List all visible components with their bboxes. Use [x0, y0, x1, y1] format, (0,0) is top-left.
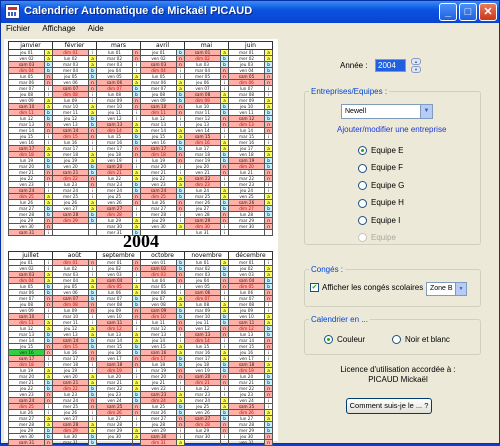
empty-cell [220, 439, 230, 446]
menu-affichage[interactable]: Affichage [42, 23, 75, 35]
radio-icon[interactable] [358, 181, 367, 191]
add-company-link[interactable]: Ajouter/modifier une entreprise [337, 125, 446, 134]
window-title: Calendrier Automatique de Mickaël PICAUD [24, 5, 253, 17]
empty-cell [96, 439, 134, 446]
howto-button[interactable]: Comment suis-je le ... ? [346, 398, 432, 414]
close-button[interactable]: ✕ [479, 3, 497, 21]
company-select-value: Newell [345, 108, 367, 115]
shift-cell: n [43, 439, 54, 446]
maximize-button[interactable]: □ [459, 3, 477, 21]
menu-bar: Fichier Affichage Aide [1, 23, 499, 37]
calendar-year-title: 2004 [123, 231, 159, 251]
month-header: octobre [140, 251, 186, 260]
month-header: juin [228, 41, 274, 50]
mode-color-label: Couleur [337, 335, 366, 344]
calendar-first-half: janvier février mars avril mai juin jeu 01 a dim… [8, 41, 274, 236]
calendar-panel: janvier février mars avril mai juin jeu 01 a dim… [4, 39, 278, 446]
team-radio-1[interactable]: Equipe F [358, 163, 403, 173]
license-text: Licence d'utilisation accordée à : PICAU… [328, 365, 468, 385]
day-cell: dim 31 [140, 439, 178, 446]
team-label: Equipe E [371, 146, 404, 155]
year-label: Année : [340, 61, 368, 70]
radio-icon[interactable] [324, 335, 333, 345]
month-header: mai [183, 41, 230, 50]
radio-icon[interactable] [358, 198, 367, 208]
calendar-row: sam 31 n mar 31 b dim 31 a ven 31 n [8, 439, 274, 446]
company-select[interactable]: Newell ▼ [341, 104, 433, 119]
month-header: novembre [184, 251, 230, 260]
chevron-down-icon[interactable]: ▼ [455, 283, 466, 295]
month-header: août [52, 251, 98, 260]
chevron-down-icon[interactable]: ▼ [420, 105, 432, 118]
team-radio-3[interactable]: Equipe H [358, 198, 404, 208]
spin-down-icon[interactable]: ▼ [411, 66, 421, 73]
menu-fichier[interactable]: Fichier [6, 23, 30, 35]
team-label: Equipe H [371, 198, 404, 208]
checkbox-check-icon[interactable]: ✔ [310, 283, 319, 293]
month-header: mars [96, 41, 141, 50]
shift-cell: b [88, 439, 98, 446]
team-label: Equipe G [371, 180, 405, 190]
menu-aide[interactable]: Aide [88, 23, 104, 35]
enterprises-legend: Entreprises/Equipes : [311, 87, 388, 96]
school-holidays-label: Afficher les congés scolaires [322, 283, 424, 292]
month-header: juillet [7, 251, 54, 260]
zone-select[interactable]: Zone B ▼ [426, 282, 467, 296]
conges-legend: Congés : [311, 265, 344, 274]
calendar-second-half: juillet août septembre octobre novembre décem… [7, 251, 274, 446]
title-bar[interactable]: Calendrier Automatique de Mickaël PICAUD… [1, 1, 499, 23]
empty-cell [132, 439, 142, 446]
month-header: avril [140, 41, 185, 50]
year-input[interactable]: 2004 [375, 59, 406, 72]
mode-bw-label: Noir et blanc [405, 335, 450, 344]
day-cell: mar 31 [52, 439, 90, 446]
spin-up-icon[interactable]: ▲ [411, 58, 421, 65]
month-header: septembre [96, 251, 142, 260]
day-cell: sam 31 [8, 439, 45, 446]
team-radio-2[interactable]: Equipe G [358, 181, 404, 191]
radio-icon[interactable] [358, 233, 367, 243]
month-header: février [52, 41, 97, 50]
team-label: Equipe [371, 233, 396, 242]
license-holder: PICAUD Mickaël [368, 375, 428, 384]
team-radio-0[interactable]: Equipe E [358, 146, 403, 156]
month-header: janvier [8, 41, 53, 50]
mode-bw-radio[interactable]: Noir et blanc [392, 335, 450, 345]
team-label: Equipe F [371, 163, 404, 173]
school-holidays-checkbox[interactable]: ✔ Afficher les congés scolaires [310, 283, 423, 293]
zone-select-value: Zone B [430, 285, 453, 292]
team-radio-5[interactable]: Equipe [358, 233, 396, 243]
app-window: Calendrier Automatique de Mickaël PICAUD… [0, 0, 500, 446]
year-spinner[interactable]: ▲ ▼ [411, 58, 421, 74]
radio-icon[interactable] [392, 335, 401, 345]
minimize-button[interactable]: _ [439, 3, 457, 21]
month-header: décembre [228, 251, 274, 260]
radio-icon[interactable] [358, 163, 367, 173]
empty-cell [184, 439, 222, 446]
shift-cell: a [176, 439, 186, 446]
team-radio-4[interactable]: Equipe I [358, 216, 400, 226]
calendar-mode-legend: Calendrier en ... [311, 315, 368, 324]
mode-color-radio[interactable]: Couleur [324, 335, 365, 345]
team-label: Equipe I [371, 215, 401, 225]
radio-icon[interactable] [358, 215, 367, 225]
day-cell: ven 31 [228, 439, 266, 446]
shift-cell: n [264, 439, 274, 446]
calendar-app-icon [5, 4, 20, 19]
radio-icon[interactable] [358, 146, 367, 156]
license-line-1: Licence d'utilisation accordée à : [340, 365, 456, 374]
